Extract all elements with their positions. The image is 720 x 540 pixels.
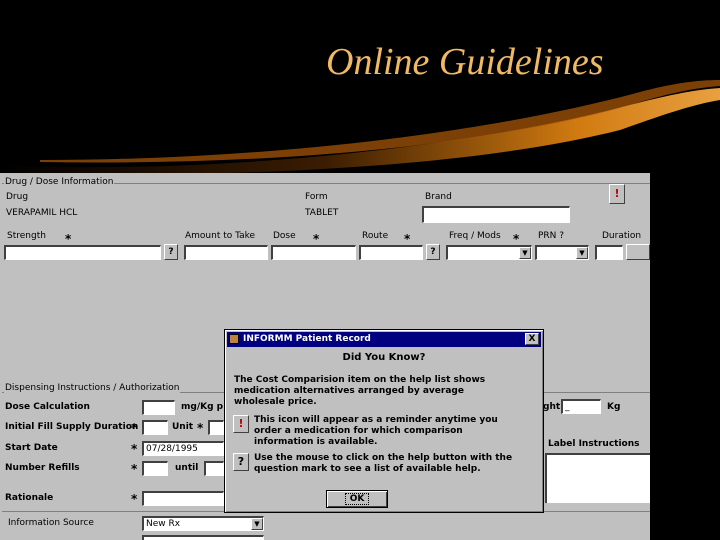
refills-label: Number Refills <box>5 463 80 473</box>
route-input[interactable] <box>359 245 423 260</box>
chevron-down-icon[interactable]: ▼ <box>576 247 588 259</box>
weight-unit: Kg <box>607 402 621 412</box>
route-label: Route <box>362 231 389 241</box>
unit-input[interactable] <box>208 420 224 435</box>
dialog-heading: Did You Know? <box>342 352 426 363</box>
initial-fill-label: Initial Fill Supply Duration <box>5 422 139 432</box>
dialog-title-bar[interactable]: INFORMM Patient Record X <box>227 332 541 347</box>
info-source-detail-input[interactable] <box>142 535 264 540</box>
strength-input[interactable] <box>4 245 161 260</box>
until-input[interactable] <box>204 461 224 476</box>
cost-comparison-info-button[interactable]: ! <box>609 184 625 204</box>
ok-button[interactable]: OK <box>326 490 388 508</box>
dialog-paragraph-1: The Cost Comparision item on the help li… <box>234 375 486 407</box>
route-lookup-icon[interactable]: ? <box>426 244 440 260</box>
freq-select[interactable]: ▼ <box>446 245 532 260</box>
chevron-down-icon[interactable]: ▼ <box>519 247 531 259</box>
drug-dose-group-label: Drug / Dose Information <box>4 177 115 188</box>
dose-label: Dose <box>273 231 296 241</box>
form-value: TABLET <box>305 208 339 218</box>
form-label: Form <box>305 192 328 202</box>
brand-input[interactable] <box>422 206 570 223</box>
until-label: until <box>175 463 199 473</box>
title-swoosh-decoration <box>0 80 720 175</box>
info-source-label: Information Source <box>8 518 94 528</box>
slide-title: Online Guidelines <box>326 41 604 83</box>
rationale-required-marker: * <box>131 492 138 506</box>
amount-label: Amount to Take <box>185 231 256 241</box>
refills-input[interactable] <box>142 461 168 476</box>
duration-spin-icon[interactable] <box>626 244 650 260</box>
prn-label: PRN ? <box>538 231 565 241</box>
dialog-paragraph-3: Use the mouse to click on the help butto… <box>254 453 513 474</box>
start-date-label: Start Date <box>5 443 58 453</box>
freq-label: Freq / Mods <box>449 231 501 241</box>
rationale-label: Rationale <box>5 493 54 503</box>
unit-label: Unit <box>172 422 194 432</box>
drug-value: VERAPAMIL HCL <box>6 208 78 218</box>
label-instructions-textarea[interactable] <box>545 453 650 503</box>
dose-required-marker: * <box>313 232 320 246</box>
did-you-know-dialog: INFORMM Patient Record X Did You Know? T… <box>224 329 544 513</box>
dose-calc-unit: mg/Kg p <box>181 402 224 412</box>
weight-label: ght <box>543 402 561 412</box>
route-required-marker: * <box>404 232 411 246</box>
dispensing-group-label: Dispensing Instructions / Authorization <box>4 383 181 394</box>
drug-label: Drug <box>6 192 29 202</box>
rationale-input[interactable] <box>142 491 224 506</box>
brand-label: Brand <box>425 192 452 202</box>
close-icon[interactable]: X <box>525 333 539 345</box>
dialog-title: INFORMM Patient Record <box>243 334 371 344</box>
amount-input[interactable] <box>184 245 268 260</box>
initial-fill-required-marker: * <box>131 421 138 435</box>
duration-label: Duration <box>602 231 642 241</box>
ok-button-label: OK <box>344 493 370 505</box>
start-date-required-marker: * <box>131 442 138 456</box>
app-icon <box>229 334 239 344</box>
start-date-input[interactable]: 07/28/1995 <box>142 441 224 456</box>
dose-calc-input[interactable] <box>142 400 175 415</box>
strength-lookup-icon[interactable]: ? <box>164 244 178 260</box>
unit-required-marker: * <box>197 421 204 435</box>
exclamation-icon: ! <box>233 415 249 433</box>
question-mark-icon: ? <box>233 453 249 471</box>
strength-label: Strength <box>7 231 46 241</box>
strength-required-marker: * <box>65 232 72 246</box>
dose-input[interactable] <box>271 245 356 260</box>
chevron-down-icon[interactable]: ▼ <box>251 518 263 530</box>
dialog-paragraph-2: This icon will appear as a reminder anyt… <box>254 415 498 447</box>
prn-select[interactable]: ▼ <box>535 245 589 260</box>
label-instructions-label: Label Instructions <box>548 439 640 449</box>
refills-required-marker: * <box>131 462 138 476</box>
freq-required-marker: * <box>513 232 520 246</box>
weight-input[interactable]: _ <box>561 399 601 414</box>
dose-calc-label: Dose Calculation <box>5 402 90 412</box>
initial-fill-input[interactable] <box>142 420 168 435</box>
duration-input[interactable] <box>595 245 623 260</box>
info-source-select[interactable]: New Rx ▼ <box>142 516 264 531</box>
